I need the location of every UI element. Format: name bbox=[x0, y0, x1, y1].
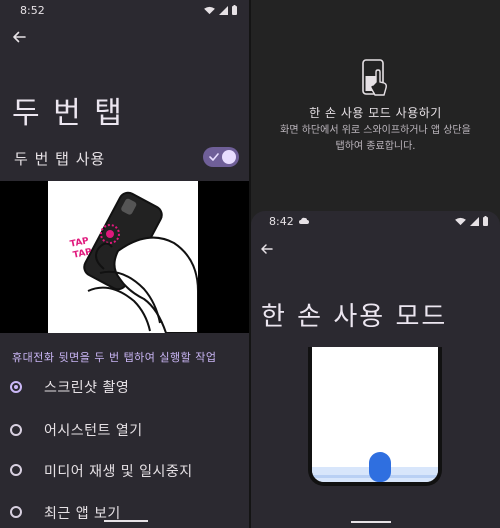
back-arrow-icon[interactable] bbox=[259, 241, 275, 257]
one-handed-gesture-icon bbox=[362, 59, 387, 96]
radio-button[interactable] bbox=[10, 506, 22, 518]
option-label: 어시스턴트 열기 bbox=[44, 423, 143, 439]
status-time: 8:52 bbox=[20, 4, 45, 17]
section-header: 휴대전화 뒷면을 두 번 탭하여 실행할 작업 bbox=[12, 351, 217, 364]
description-line-1: 화면 하단에서 위로 스와이프하거나 앱 상단을 bbox=[280, 125, 471, 136]
option-label: 미디어 재생 및 일시중지 bbox=[44, 464, 193, 480]
back-arrow-icon[interactable] bbox=[10, 28, 28, 46]
signal-icon bbox=[470, 216, 479, 226]
inner-phone-screen: 8:42 한 손 사용 모드 bbox=[251, 211, 500, 528]
cloud-icon bbox=[299, 217, 309, 224]
option-assistant[interactable]: 어시스턴트 열기 bbox=[0, 419, 249, 457]
toggle-knob bbox=[222, 150, 236, 164]
left-screen: 8:52 두 번 탭 두 번 탭 사용 TAP TAP 휴대전화 뒷면을 두 번… bbox=[0, 0, 249, 528]
radio-button[interactable] bbox=[10, 381, 22, 393]
toggle-label: 두 번 탭 사용 bbox=[14, 150, 106, 168]
signal-icon bbox=[219, 5, 228, 15]
status-bar: 8:42 bbox=[251, 211, 500, 231]
page-title: 두 번 탭 bbox=[12, 96, 124, 131]
wifi-icon bbox=[204, 6, 215, 14]
status-icons bbox=[204, 5, 237, 15]
page-title: 한 손 사용 모드 bbox=[261, 302, 448, 332]
one-handed-prompt-description: 화면 하단에서 위로 스와이프하거나 앱 상단을 탭하여 종료합니다. bbox=[251, 123, 500, 155]
status-time: 8:42 bbox=[269, 215, 294, 228]
check-icon bbox=[209, 153, 219, 161]
status-icons bbox=[455, 216, 488, 226]
phone-double-tap-illustration: TAP TAP bbox=[48, 181, 199, 334]
status-bar: 8:52 bbox=[0, 0, 249, 20]
preview-swipe-handle bbox=[369, 452, 391, 482]
option-recent-apps[interactable]: 최근 앱 보기 bbox=[0, 502, 249, 528]
one-handed-preview bbox=[308, 347, 442, 486]
gesture-bar bbox=[351, 521, 391, 523]
double-tap-toggle-row[interactable]: 두 번 탭 사용 bbox=[0, 142, 249, 172]
wifi-icon bbox=[455, 217, 466, 225]
hand-phone-icon bbox=[83, 191, 199, 334]
gesture-bar bbox=[104, 520, 148, 522]
radio-button[interactable] bbox=[10, 464, 22, 476]
battery-icon bbox=[483, 216, 488, 226]
battery-icon bbox=[232, 5, 237, 15]
option-screenshot[interactable]: 스크린샷 촬영 bbox=[0, 372, 249, 410]
one-handed-prompt-title: 한 손 사용 모드 사용하기 bbox=[309, 106, 442, 120]
option-media[interactable]: 미디어 재생 및 일시중지 bbox=[0, 460, 249, 498]
description-line-2: 탭하여 종료합니다. bbox=[335, 141, 416, 152]
radio-button[interactable] bbox=[10, 424, 22, 436]
option-label: 스크린샷 촬영 bbox=[44, 380, 130, 396]
